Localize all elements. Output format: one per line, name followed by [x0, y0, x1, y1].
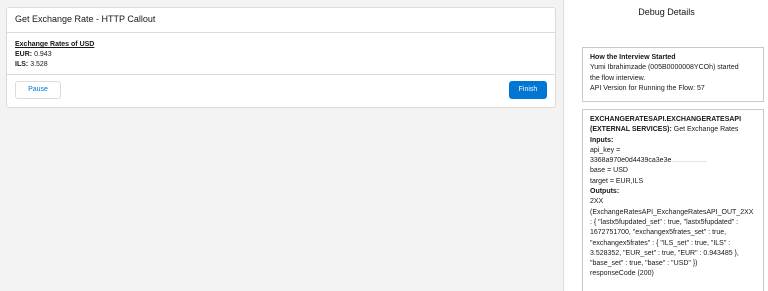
flow-body: Exchange Rates of USD EUR: 0.943 ILS: 3.…: [7, 33, 555, 75]
output-line1: (ExchangeRatesAPI_ExchangeRatesAPI_OUT_2…: [590, 208, 754, 216]
callout-heading-rest: Get Exchange Rates: [671, 126, 739, 134]
outputs-label: Outputs:: [590, 188, 620, 196]
base-input: base = USD: [590, 167, 628, 175]
output-line2: : { "lastx5fupdated_set" : true, "lastx5…: [590, 218, 739, 226]
started-line2: the flow interview.: [590, 74, 646, 82]
eur-label: EUR:: [15, 51, 33, 58]
inputs-label: Inputs:: [590, 136, 614, 144]
output-line6: "base_set" : true, "base" : "USD" }): [590, 260, 698, 268]
api-key-label: api_key =: [590, 146, 621, 154]
debug-panel: Debug Details How the Interview Started …: [563, 0, 768, 291]
callout-heading-2: (EXTERNAL SERVICES): Get Exchange Rates: [590, 125, 756, 135]
debug-title: Debug Details: [638, 7, 695, 17]
output-line4: "exchangex5frates" : { "ILS_set" : true,…: [590, 239, 731, 247]
flow-panel: Get Exchange Rate - HTTP Callout Exchang…: [0, 0, 562, 291]
finish-button[interactable]: Finish: [509, 81, 547, 99]
callout-heading-bold2: (EXTERNAL SERVICES):: [590, 126, 672, 134]
ils-value: 3.528: [30, 61, 48, 68]
api-key-value: 3368a970e0d4439ca3e3e: [590, 157, 672, 165]
target-input: target = EUR,ILS: [590, 177, 644, 185]
output-2xx: 2XX: [590, 198, 604, 206]
api-key-row: 3368a970e0d4439ca3e3e: [590, 156, 756, 166]
redaction-mark: [671, 158, 708, 163]
started-line1: Yumi Ibrahimzade (005B0000008YCOh) start…: [590, 64, 739, 72]
callout-heading-1: EXCHANGERATESAPI.EXCHANGERATESAPI: [590, 116, 742, 123]
interview-started-heading: How the Interview Started: [590, 54, 676, 61]
eur-row: EUR: 0.943: [15, 50, 547, 60]
eur-value: 0.943: [34, 51, 52, 58]
interview-started-section: How the Interview Started Yumi Ibrahimza…: [582, 47, 764, 102]
ils-row: ILS: 3.528: [15, 60, 547, 70]
ils-label: ILS:: [15, 61, 29, 68]
response-code: responseCode (200): [590, 270, 654, 278]
output-line3: 1672751700, "exchangex5frates_set" : tru…: [590, 229, 727, 237]
rates-title: Exchange Rates of USD: [15, 41, 95, 48]
flow-footer: Pause Finish: [7, 75, 555, 107]
pause-button[interactable]: Pause: [15, 81, 61, 99]
output-line5: 3.528352, "EUR_set" : true, "EUR" : 0.94…: [590, 249, 739, 257]
callout-section: EXCHANGERATESAPI.EXCHANGERATESAPI (EXTER…: [582, 109, 764, 291]
flow-title: Get Exchange Rate - HTTP Callout: [7, 8, 555, 33]
started-line3: API Version for Running the Flow: 57: [590, 84, 705, 92]
flow-screen-card: Get Exchange Rate - HTTP Callout Exchang…: [6, 7, 556, 108]
